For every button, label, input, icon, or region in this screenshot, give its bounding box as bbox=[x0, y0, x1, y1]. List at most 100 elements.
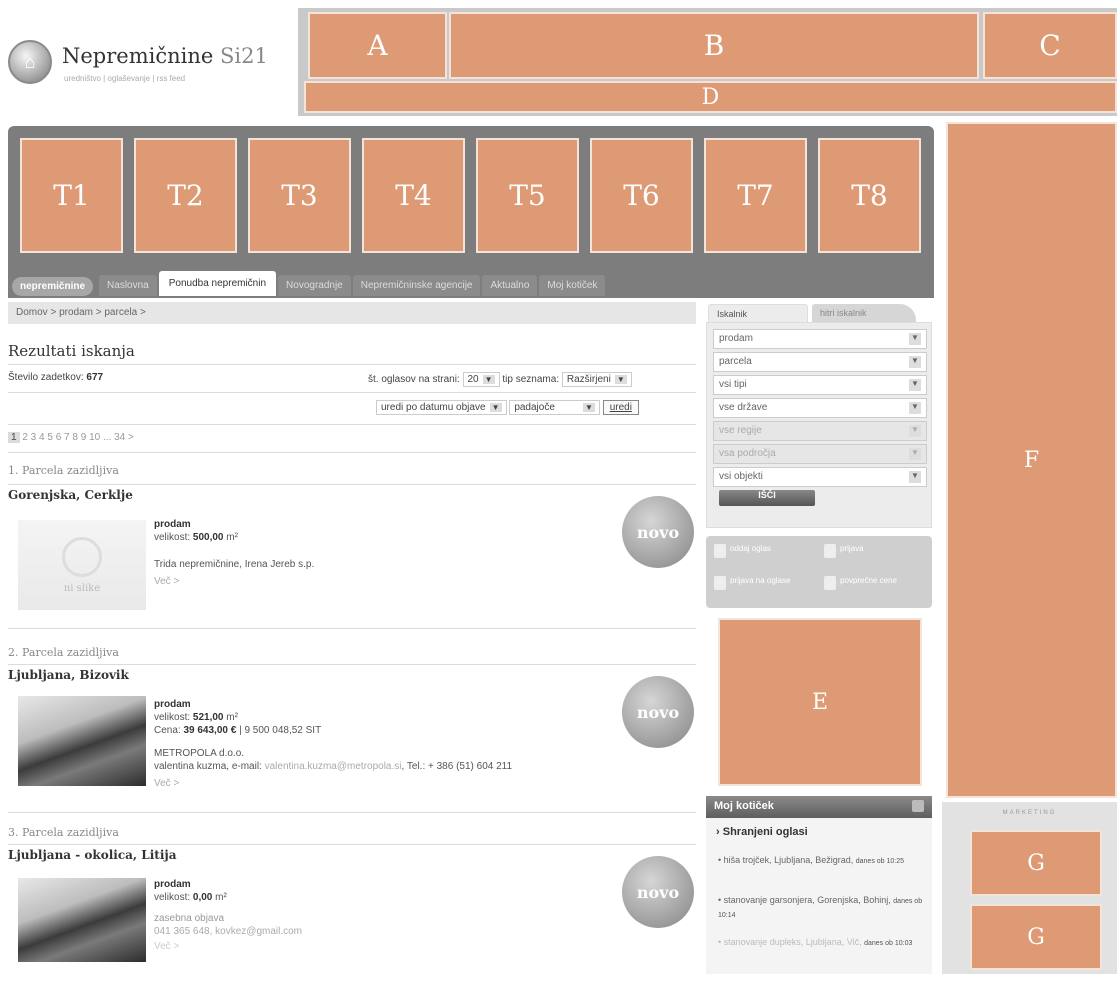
search-type-select[interactable]: vsi tipi ▼ bbox=[713, 375, 927, 395]
count-label: Število zadetkov: bbox=[8, 372, 84, 383]
new-badge: novo bbox=[622, 496, 694, 568]
chevron-down-icon: ▼ bbox=[909, 333, 921, 345]
tile-t6[interactable]: T6 bbox=[590, 138, 693, 253]
nav-brand-pill[interactable]: nepremičnine bbox=[12, 277, 94, 296]
tile-t8[interactable]: T8 bbox=[818, 138, 921, 253]
tile-t5[interactable]: T5 bbox=[476, 138, 579, 253]
divider bbox=[8, 812, 696, 813]
ad-slot-e[interactable]: E bbox=[718, 618, 922, 786]
results-count: 677 bbox=[86, 372, 104, 383]
search-category-select[interactable]: parcela ▼ bbox=[713, 352, 927, 372]
login-button[interactable]: prijava bbox=[824, 544, 864, 558]
chart-icon bbox=[824, 576, 836, 590]
email-link[interactable]: kovkez@gmail.com bbox=[215, 926, 302, 937]
tile-t1[interactable]: T1 bbox=[20, 138, 123, 253]
new-badge: novo bbox=[622, 856, 694, 928]
divider bbox=[8, 452, 696, 453]
search-region-select[interactable]: vse regije ▼ bbox=[713, 421, 927, 441]
chevron-down-icon: ▼ bbox=[909, 356, 921, 368]
search-object-select[interactable]: vsi objekti ▼ bbox=[713, 467, 927, 487]
tab-aktualno[interactable]: Aktualno bbox=[482, 275, 538, 296]
ad-slot-b[interactable]: B bbox=[449, 12, 979, 79]
logo-suffix: Si21 bbox=[219, 44, 268, 68]
listing-title[interactable]: 3. Parcela zazidljiva bbox=[8, 826, 119, 839]
page-current[interactable]: 1 bbox=[8, 432, 20, 443]
listing-type: prodam bbox=[154, 879, 191, 890]
mail-icon bbox=[714, 576, 726, 590]
ad-slot-f[interactable]: F bbox=[946, 122, 1117, 798]
per-page-select[interactable]: 20 ▼ bbox=[462, 372, 500, 387]
search-area-select[interactable]: vsa področja ▼ bbox=[713, 444, 927, 464]
logo-icon[interactable]: ⌂ bbox=[8, 40, 52, 84]
search-tabs: Iskalnik hitri iskalnik bbox=[708, 304, 928, 324]
marketing-label: MARKETING bbox=[1002, 810, 1057, 816]
add-ad-button[interactable]: oddaj oglas bbox=[714, 544, 771, 558]
listing-title[interactable]: 2. Parcela zazidljiva bbox=[8, 646, 119, 659]
email-link[interactable]: valentina.kuzma@metropola.si bbox=[265, 761, 402, 772]
tab-moj-koticek[interactable]: Moj kotiček bbox=[539, 275, 606, 296]
sort-direction-select[interactable]: padajoče ▼ bbox=[509, 400, 600, 415]
listing-photo[interactable] bbox=[18, 696, 146, 786]
tab-novogradnje[interactable]: Novogradnje bbox=[278, 275, 351, 296]
ad-slot-c[interactable]: C bbox=[983, 12, 1117, 79]
ad-slot-a[interactable]: A bbox=[308, 12, 447, 79]
listing-details: prodam velikost: 500,00 m² Trida nepremi… bbox=[154, 519, 315, 588]
search-country-select[interactable]: vse države ▼ bbox=[713, 398, 927, 418]
document-icon bbox=[714, 544, 726, 558]
listing-price: 39 643,00 € bbox=[183, 725, 237, 736]
listing-location: Ljubljana - okolica, Litija bbox=[8, 848, 177, 862]
moj-koticek-title: Moj kotiček bbox=[714, 800, 774, 812]
moj-koticek-header[interactable]: Moj kotiček bbox=[706, 796, 932, 818]
listing-image-placeholder[interactable]: ni slike bbox=[18, 520, 146, 610]
breadcrumb[interactable]: Domov > prodam > parcela > bbox=[8, 302, 696, 324]
listing-photo[interactable] bbox=[18, 878, 146, 962]
chevron-down-icon: ▼ bbox=[909, 448, 921, 460]
divider bbox=[8, 364, 696, 365]
more-link[interactable]: Več > bbox=[154, 940, 302, 953]
listing-title[interactable]: 1. Parcela zazidljiva bbox=[8, 464, 119, 477]
expand-icon[interactable] bbox=[912, 800, 924, 812]
ad-slot-g1[interactable]: G bbox=[970, 830, 1102, 896]
tab-agencije[interactable]: Nepremičninske agencije bbox=[352, 275, 481, 296]
tile-t4[interactable]: T4 bbox=[362, 138, 465, 253]
tab-quick-search[interactable]: hitri iskalnik bbox=[812, 304, 916, 324]
listing-type: prodam bbox=[154, 519, 191, 530]
logo-subtitle[interactable]: uredništvo | oglaševanje | rss feed bbox=[64, 74, 185, 83]
tile-t3[interactable]: T3 bbox=[248, 138, 351, 253]
sort-button[interactable]: uredi bbox=[602, 400, 639, 415]
tile-t2[interactable]: T2 bbox=[134, 138, 237, 253]
pagination[interactable]: 1 2 3 4 5 6 7 8 9 10 ... 34 > bbox=[8, 432, 134, 443]
ad-slot-d[interactable]: D bbox=[304, 81, 1117, 113]
new-badge: novo bbox=[622, 676, 694, 748]
saved-ads-heading[interactable]: › Shranjeni oglasi bbox=[716, 826, 808, 838]
tab-ponudba[interactable]: Ponudba nepremičnin bbox=[158, 271, 277, 296]
divider bbox=[8, 484, 696, 485]
tile-t7[interactable]: T7 bbox=[704, 138, 807, 253]
sort-by-select[interactable]: uredi po datumu objave ▼ bbox=[376, 400, 507, 415]
search-offer-select[interactable]: prodam ▼ bbox=[713, 329, 927, 349]
divider bbox=[8, 664, 696, 665]
saved-ad-item[interactable]: • stanovanje dupleks, Ljubljana, Vič, da… bbox=[718, 936, 924, 950]
chevron-down-icon: ▼ bbox=[909, 402, 921, 414]
more-link[interactable]: Več > bbox=[154, 777, 512, 790]
main-nav: nepremičnine Naslovna Ponudba nepremični… bbox=[12, 270, 606, 296]
tab-naslovna[interactable]: Naslovna bbox=[99, 275, 157, 296]
list-type-select[interactable]: Razširjeni ▼ bbox=[561, 372, 632, 387]
site-logo-title[interactable]: Nepremičnine Si21 bbox=[62, 44, 268, 68]
list-type-label: tip seznama: bbox=[502, 374, 560, 385]
divider bbox=[8, 844, 696, 845]
tab-search[interactable]: Iskalnik bbox=[708, 304, 808, 324]
page-links[interactable]: 2 3 4 5 6 7 8 9 10 ... 34 > bbox=[22, 432, 133, 443]
subscribe-button[interactable]: prijava na oglase bbox=[714, 576, 804, 590]
listing-agent: METROPOLA d.o.o. bbox=[154, 748, 245, 759]
divider bbox=[8, 628, 696, 629]
listing-agent: Trida nepremičnine, Irena Jereb s.p. bbox=[154, 559, 315, 570]
average-price-button[interactable]: povprečne cene bbox=[824, 576, 914, 590]
page-title: Rezultati iskanja bbox=[8, 342, 135, 360]
search-button[interactable]: IŠČI bbox=[719, 490, 815, 506]
quick-actions: oddaj oglas prijava prijava na oglase po… bbox=[706, 536, 932, 608]
saved-ad-item[interactable]: • stanovanje garsonjera, Gorenjska, Bohi… bbox=[718, 894, 924, 922]
ad-slot-g2[interactable]: G bbox=[970, 904, 1102, 970]
more-link[interactable]: Več > bbox=[154, 575, 314, 588]
saved-ad-item[interactable]: • hiša trojček, Ljubljana, Bežigrad, dan… bbox=[718, 854, 924, 868]
